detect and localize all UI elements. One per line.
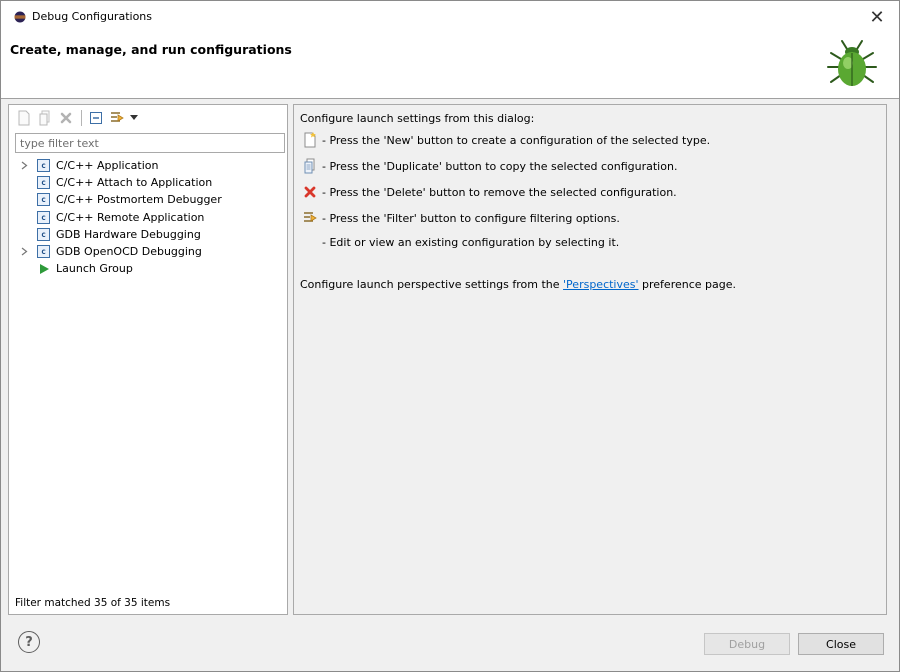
tree-item[interactable]: c C/C++ Application <box>17 157 285 174</box>
help-button[interactable]: ? <box>18 631 40 653</box>
instruction-edit-text: - Edit or view an existing configuration… <box>322 236 620 249</box>
duplicate-icon <box>304 158 315 174</box>
collapse-all-button[interactable] <box>86 109 106 127</box>
perspectives-link[interactable]: 'Perspectives' <box>563 278 639 291</box>
eclipse-logo-icon <box>14 11 26 23</box>
filter-icon <box>111 112 124 122</box>
launch-group-icon <box>37 262 50 275</box>
help-icon: ? <box>25 634 33 650</box>
new-configuration-button[interactable] <box>14 109 34 127</box>
tree-item[interactable]: c C/C++ Remote Application <box>17 209 285 226</box>
tree-item-label: C/C++ Application <box>56 159 159 173</box>
c-config-icon: c <box>37 193 50 207</box>
instruction-duplicate: - Press the 'Duplicate' button to copy t… <box>302 158 677 174</box>
c-config-icon: c <box>37 227 50 241</box>
chevron-right-icon[interactable] <box>17 245 31 259</box>
header-banner: Create, manage, and run configurations <box>1 31 899 99</box>
tree-item-label: GDB Hardware Debugging <box>56 227 201 241</box>
delete-icon <box>304 186 316 198</box>
tree-item[interactable]: c GDB OpenOCD Debugging <box>17 243 285 260</box>
perspective-prefix: Configure launch perspective settings fr… <box>300 278 564 291</box>
collapse-all-icon <box>90 112 102 124</box>
c-config-icon: c <box>37 176 50 190</box>
close-window-button[interactable]: ✕ <box>865 5 889 29</box>
filter-status: Filter matched 35 of 35 items <box>15 597 171 609</box>
perspective-text: Configure launch perspective settings fr… <box>300 278 736 291</box>
chevron-down-icon <box>130 115 138 120</box>
new-config-icon <box>304 132 316 148</box>
c-config-icon: c <box>37 210 50 224</box>
chevron-right-icon[interactable] <box>17 159 31 173</box>
close-icon: ✕ <box>869 6 885 28</box>
filter-icon <box>304 212 317 222</box>
banner-title: Create, manage, and run configurations <box>10 42 292 57</box>
toolbar-separator <box>81 110 82 126</box>
tree-item[interactable]: c C/C++ Postmortem Debugger <box>17 191 285 208</box>
window-title: Debug Configurations <box>32 10 153 23</box>
perspective-suffix: preference page. <box>638 278 737 291</box>
tree-item-label: C/C++ Remote Application <box>56 210 205 224</box>
tree-item-label: C/C++ Attach to Application <box>56 176 213 190</box>
tree-item-label: GDB OpenOCD Debugging <box>56 245 202 259</box>
instruction-filter: - Press the 'Filter' button to configure… <box>302 210 620 226</box>
debug-button[interactable]: Debug <box>704 633 790 655</box>
c-config-icon: c <box>37 245 50 259</box>
delete-button[interactable] <box>56 109 76 127</box>
delete-icon <box>60 112 72 124</box>
configuration-tree: c C/C++ Application c C/C++ Attach to Appli… <box>17 157 285 277</box>
title-bar: Debug Configurations ✕ <box>1 1 899 31</box>
instruction-new: - Press the 'New' button to create a con… <box>302 132 710 148</box>
bug-icon <box>827 40 877 86</box>
tree-item[interactable]: c GDB Hardware Debugging <box>17 226 285 243</box>
tree-item-label: Launch Group <box>56 262 133 276</box>
filter-button[interactable] <box>107 109 127 127</box>
launch-info-panel: Configure launch settings from this dial… <box>293 104 887 615</box>
view-menu-button[interactable] <box>128 109 140 127</box>
instruction-filter-text: - Press the 'Filter' button to configure… <box>322 211 620 225</box>
tree-item-label: C/C++ Postmortem Debugger <box>56 193 222 207</box>
tree-item[interactable]: c C/C++ Attach to Application <box>17 174 285 191</box>
intro-text: Configure launch settings from this dial… <box>300 112 535 125</box>
debug-configurations-window: Debug Configurations ✕ Create, manage, a… <box>0 0 900 672</box>
config-toolbar <box>14 108 141 128</box>
configuration-list-panel: c C/C++ Application c C/C++ Attach to Appli… <box>8 104 288 615</box>
tree-item[interactable]: Launch Group <box>17 260 285 277</box>
instruction-delete-text: - Press the 'Delete' button to remove th… <box>322 185 677 199</box>
c-config-icon: c <box>37 159 50 173</box>
filter-input[interactable] <box>15 133 285 153</box>
instruction-delete: - Press the 'Delete' button to remove th… <box>302 184 677 200</box>
instruction-duplicate-text: - Press the 'Duplicate' button to copy t… <box>322 159 678 173</box>
instruction-new-text: - Press the 'New' button to create a con… <box>322 133 711 147</box>
close-button[interactable]: Close <box>798 633 884 655</box>
instruction-edit: - Edit or view an existing configuration… <box>322 236 619 249</box>
new-config-icon <box>18 110 30 126</box>
duplicate-button[interactable] <box>35 109 55 127</box>
duplicate-icon <box>39 110 50 126</box>
